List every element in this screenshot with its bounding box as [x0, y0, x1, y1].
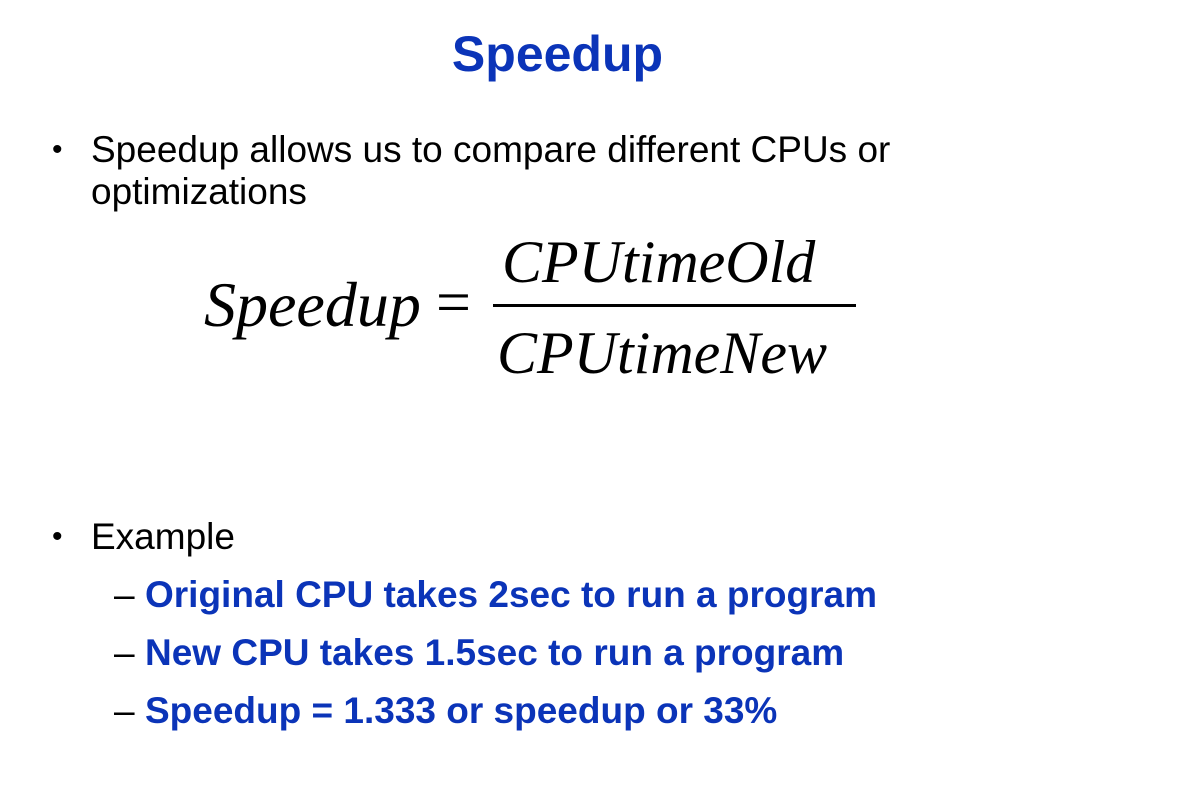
dash-marker: –: [114, 690, 135, 731]
bullet-text-line-1: Speedup allows us to compare different C…: [91, 129, 891, 170]
formula-equals-sign: =: [436, 269, 471, 337]
example-item-text: Original CPU takes 2sec to run a program: [145, 574, 877, 615]
example-item-text: Speedup = 1.333 or speedup or 33%: [145, 690, 778, 731]
formula-fraction-bar: [493, 304, 856, 307]
bullet-item-speedup-description: • Speedup allows us to compare different…: [0, 129, 1000, 219]
example-item-new-cpu: – New CPU takes 1.5sec to run a program: [0, 631, 1000, 675]
formula-numerator: CPUtimeOld: [502, 229, 816, 295]
bullet-text-line-2: optimizations: [91, 171, 307, 212]
bullet-marker: •: [52, 520, 63, 553]
slide-title: Speedup: [451, 26, 664, 82]
example-item-original-cpu: – Original CPU takes 2sec to run a progr…: [0, 573, 1000, 617]
formula-lhs: Speedup: [204, 269, 421, 340]
bullet-text: Speedup allows us to compare different C…: [91, 129, 890, 213]
example-item-text: New CPU takes 1.5sec to run a program: [145, 632, 845, 673]
bullet-item-example: • Example: [0, 516, 600, 558]
speedup-formula: Speedup = CPUtimeOld CPUtimeNew: [200, 228, 900, 388]
dash-marker: –: [114, 574, 135, 615]
dash-marker: –: [114, 632, 135, 673]
bullet-marker: •: [52, 133, 63, 166]
slide: Speedup • Speedup allows us to compare d…: [0, 0, 1181, 792]
example-item-speedup-result: – Speedup = 1.333 or speedup or 33%: [0, 689, 1000, 733]
formula-denominator: CPUtimeNew: [497, 320, 827, 386]
bullet-text: Example: [91, 516, 235, 557]
